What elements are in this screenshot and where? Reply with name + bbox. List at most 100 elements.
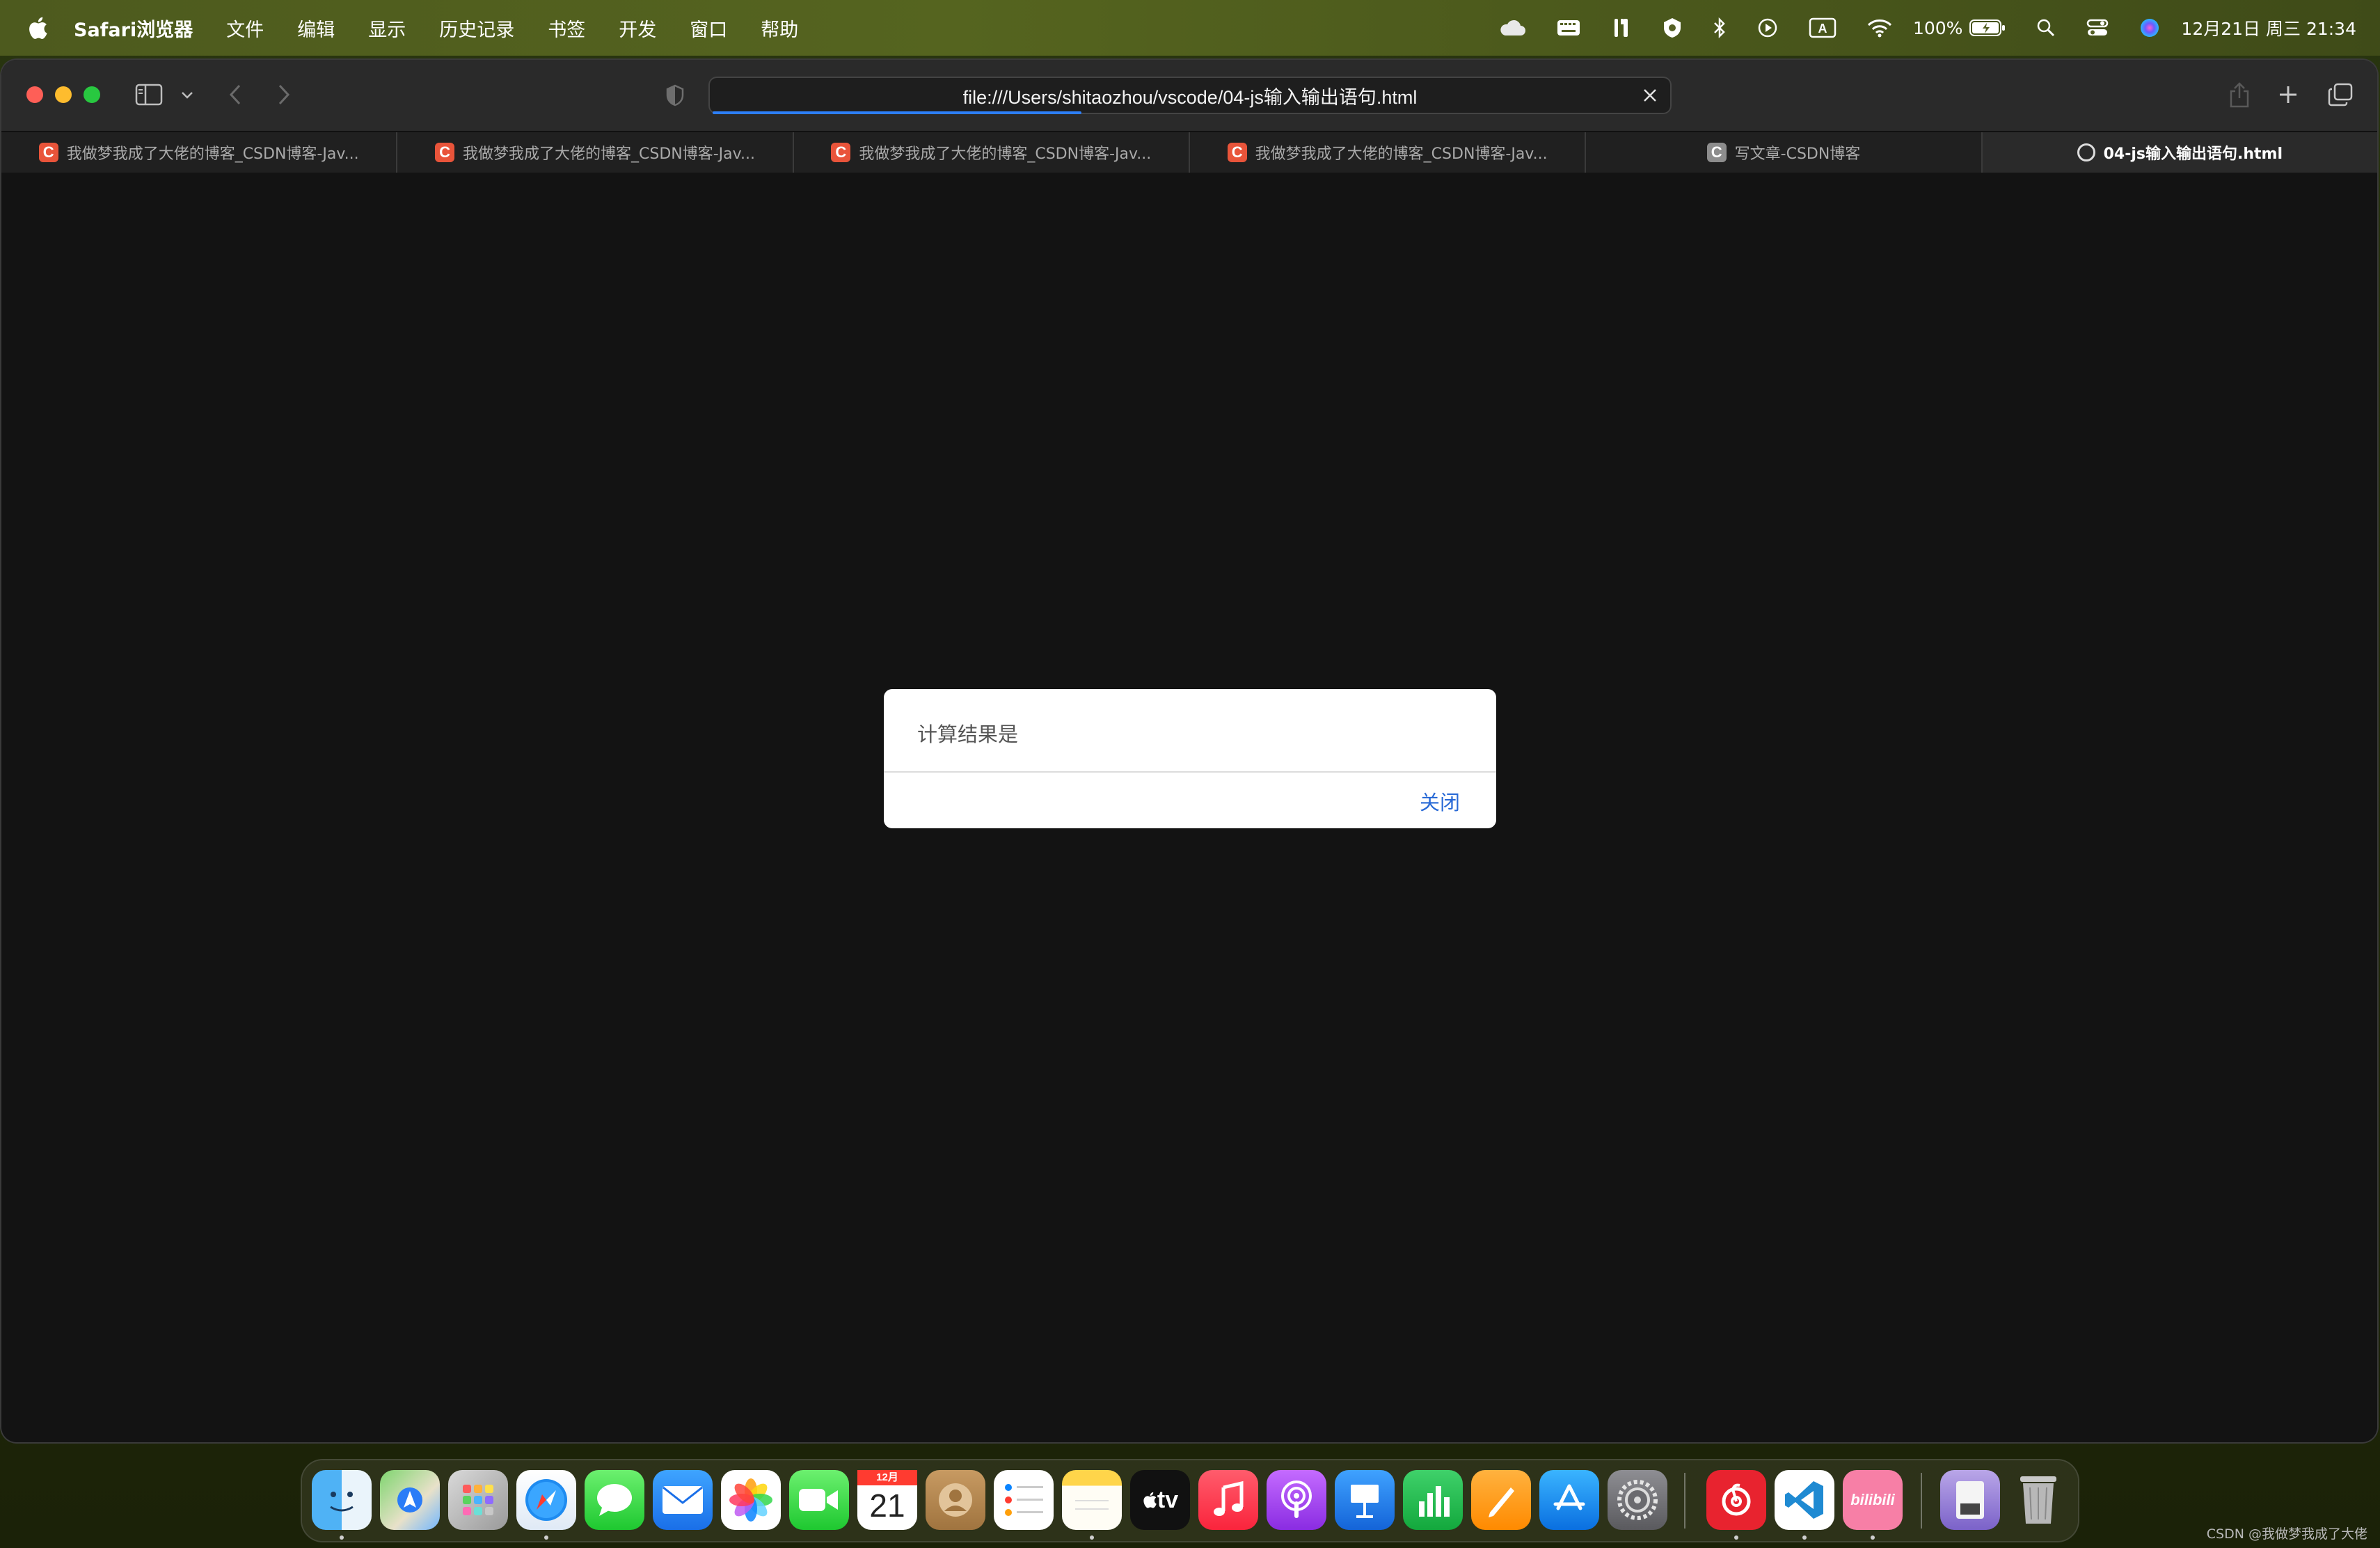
tab-overview-icon[interactable]: [2326, 81, 2355, 109]
input-method-icon[interactable]: A: [1809, 17, 1836, 38]
close-window-button[interactable]: [26, 86, 43, 103]
menu-view[interactable]: 显示: [368, 15, 406, 42]
bilibili-icon[interactable]: bilibili: [1843, 1470, 1903, 1530]
alert-dialog: 计算结果是 关闭: [884, 689, 1496, 828]
close-button[interactable]: 关闭: [1420, 787, 1460, 816]
minimize-window-button[interactable]: [55, 86, 72, 103]
menu-app-name[interactable]: Safari浏览器: [74, 15, 193, 42]
podcasts-icon[interactable]: [1267, 1470, 1326, 1530]
search-icon[interactable]: [2036, 18, 2056, 38]
zoom-window-button[interactable]: [84, 86, 100, 103]
calendar-day: 21: [869, 1487, 905, 1524]
tab-title: 我做梦我成了大佬的博客_CSDN博客-Jav...: [1255, 145, 1548, 163]
dock-separator: [1684, 1473, 1685, 1529]
tab-title: 我做梦我成了大佬的博客_CSDN博客-Jav...: [859, 145, 1152, 163]
tab-bar: C 我做梦我成了大佬的博客_CSDN博客-Jav... C 我做梦我成了大佬的博…: [1, 131, 2377, 174]
csdn-favicon-icon: C: [435, 143, 455, 162]
launchpad-icon[interactable]: [448, 1470, 508, 1530]
menu-develop[interactable]: 开发: [619, 15, 656, 42]
keyboard-icon[interactable]: [1557, 19, 1580, 36]
alert-message: 计算结果是: [917, 722, 1019, 746]
url-text[interactable]: file:///Users/shitaozhou/vscode/04-js输入输…: [963, 82, 1418, 109]
downloads-stack-icon[interactable]: [1940, 1470, 2000, 1530]
tab-csdn-blog-2[interactable]: C 我做梦我成了大佬的博客_CSDN博客-Jav...: [397, 132, 794, 173]
numbers-icon[interactable]: [1403, 1470, 1463, 1530]
photos-icon[interactable]: [721, 1470, 781, 1530]
menu-history[interactable]: 历史记录: [439, 15, 514, 42]
apple-tv-icon[interactable]: tv: [1130, 1470, 1190, 1530]
tools-icon[interactable]: [1611, 17, 1632, 38]
tab-csdn-blog-3[interactable]: C 我做梦我成了大佬的博客_CSDN博客-Jav...: [794, 132, 1190, 173]
new-tab-icon[interactable]: [2274, 81, 2302, 109]
safari-icon[interactable]: [516, 1470, 576, 1530]
calendar-icon[interactable]: 12月 21: [857, 1470, 917, 1530]
cloud-icon[interactable]: [1498, 19, 1526, 37]
running-indicator: [340, 1535, 344, 1540]
wifi-icon[interactable]: [1867, 18, 1892, 38]
mail-icon[interactable]: [653, 1470, 713, 1530]
maps-icon[interactable]: [380, 1470, 440, 1530]
page-load-progress: [713, 111, 1081, 114]
watermark: CSDN @我做梦我成了大佬: [2206, 1526, 2367, 1542]
system-settings-icon[interactable]: [1608, 1470, 1667, 1530]
csdn-favicon-icon: C: [831, 143, 851, 162]
shield-icon[interactable]: [1663, 17, 1682, 38]
compass-icon: [2077, 143, 2095, 161]
tab-title: 我做梦我成了大佬的博客_CSDN博客-Jav...: [66, 145, 359, 163]
dialog-divider: [884, 771, 1496, 773]
close-icon[interactable]: [1638, 84, 1662, 107]
menu-help[interactable]: 帮助: [761, 15, 798, 42]
menu-window[interactable]: 窗口: [690, 15, 727, 42]
keynote-icon[interactable]: [1335, 1470, 1395, 1530]
tab-csdn-blog-1[interactable]: C 我做梦我成了大佬的博客_CSDN博客-Jav...: [1, 132, 398, 173]
netease-music-icon[interactable]: [1706, 1470, 1766, 1530]
battery-percent[interactable]: 100%: [1913, 18, 1962, 38]
battery-icon[interactable]: [1969, 19, 2006, 37]
trash-icon[interactable]: [2008, 1470, 2068, 1530]
siri-icon[interactable]: [2139, 17, 2160, 38]
tab-active-local-file[interactable]: 04-js输入输出语句.html: [1982, 132, 2377, 173]
privacy-shield-icon[interactable]: [663, 82, 688, 109]
csdn-favicon-icon: C: [1706, 143, 1727, 162]
menu-bar: Safari浏览器 文件 编辑 显示 历史记录 书签 开发 窗口 帮助 A 10…: [0, 0, 2380, 56]
messages-icon[interactable]: [585, 1470, 644, 1530]
csdn-favicon-icon: C: [1227, 143, 1247, 162]
notes-icon[interactable]: [1062, 1470, 1122, 1530]
address-bar[interactable]: file:///Users/shitaozhou/vscode/04-js输入输…: [708, 77, 1672, 114]
running-indicator: [1802, 1535, 1807, 1540]
vscode-icon[interactable]: [1775, 1470, 1834, 1530]
dock-separator: [1921, 1473, 1922, 1529]
app-store-icon[interactable]: [1539, 1470, 1599, 1530]
tab-title: 04-js输入输出语句.html: [2103, 145, 2283, 163]
svg-text:A: A: [1818, 22, 1827, 35]
calendar-month: 12月: [857, 1470, 917, 1485]
sidebar-icon[interactable]: [134, 81, 164, 109]
apple-icon[interactable]: [26, 15, 49, 41]
running-indicator: [1871, 1535, 1875, 1540]
tab-csdn-blog-4[interactable]: C 我做梦我成了大佬的博客_CSDN博客-Jav...: [1190, 132, 1587, 173]
bluetooth-icon[interactable]: [1713, 17, 1727, 38]
clock[interactable]: 12月21日 周三 21:34: [2181, 15, 2356, 40]
tab-csdn-write[interactable]: C 写文章-CSDN博客: [1586, 132, 1983, 173]
menu-file[interactable]: 文件: [226, 15, 264, 42]
finder-icon[interactable]: [312, 1470, 372, 1530]
reminders-icon[interactable]: [994, 1470, 1054, 1530]
bilibili-label: bilibili: [1850, 1491, 1895, 1508]
tab-title: 写文章-CSDN博客: [1734, 145, 1861, 163]
running-indicator: [544, 1535, 548, 1540]
running-indicator: [1734, 1535, 1738, 1540]
control-center-icon[interactable]: [2086, 18, 2109, 38]
chevron-down-icon[interactable]: [177, 85, 198, 106]
music-icon[interactable]: [1198, 1470, 1258, 1530]
menu-bookmarks[interactable]: 书签: [548, 15, 585, 42]
tv-label: tv: [1157, 1486, 1179, 1513]
menu-edit[interactable]: 编辑: [297, 15, 335, 42]
back-button[interactable]: [223, 81, 248, 109]
facetime-icon[interactable]: [789, 1470, 849, 1530]
share-icon[interactable]: [2226, 79, 2253, 110]
forward-button[interactable]: [271, 81, 296, 109]
contacts-icon[interactable]: [926, 1470, 985, 1530]
running-indicator: [1090, 1535, 1094, 1540]
pages-icon[interactable]: [1471, 1470, 1531, 1530]
play-circle-icon[interactable]: [1757, 17, 1778, 38]
